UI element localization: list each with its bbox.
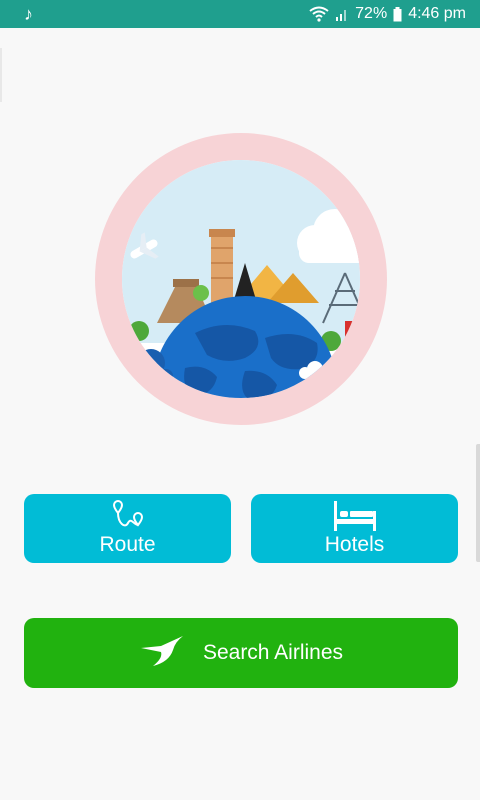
status-bar: ♪ 72% 4:46 pm xyxy=(0,0,480,28)
status-bar-right: 72% 4:46 pm xyxy=(309,5,466,23)
edge-panel-handle[interactable] xyxy=(476,444,480,562)
wifi-icon xyxy=(309,6,329,22)
route-label: Route xyxy=(99,533,156,556)
edge-divider xyxy=(0,48,2,102)
signal-icon xyxy=(335,7,349,21)
hero-illustration xyxy=(95,133,387,425)
status-time: 4:46 pm xyxy=(408,5,466,22)
route-button[interactable]: Route xyxy=(24,494,231,563)
hotels-button[interactable]: Hotels xyxy=(251,494,458,563)
music-note-icon: ♪ xyxy=(24,4,33,24)
hotels-label: Hotels xyxy=(324,533,385,556)
battery-icon xyxy=(393,6,402,22)
battery-percent: 72% xyxy=(355,5,388,22)
airline-bird-logo-icon xyxy=(139,634,189,673)
search-airlines-button[interactable]: Search Airlines xyxy=(24,618,458,688)
search-airlines-label: Search Airlines xyxy=(202,641,344,664)
search-airlines-content: Search Airlines xyxy=(24,618,458,688)
